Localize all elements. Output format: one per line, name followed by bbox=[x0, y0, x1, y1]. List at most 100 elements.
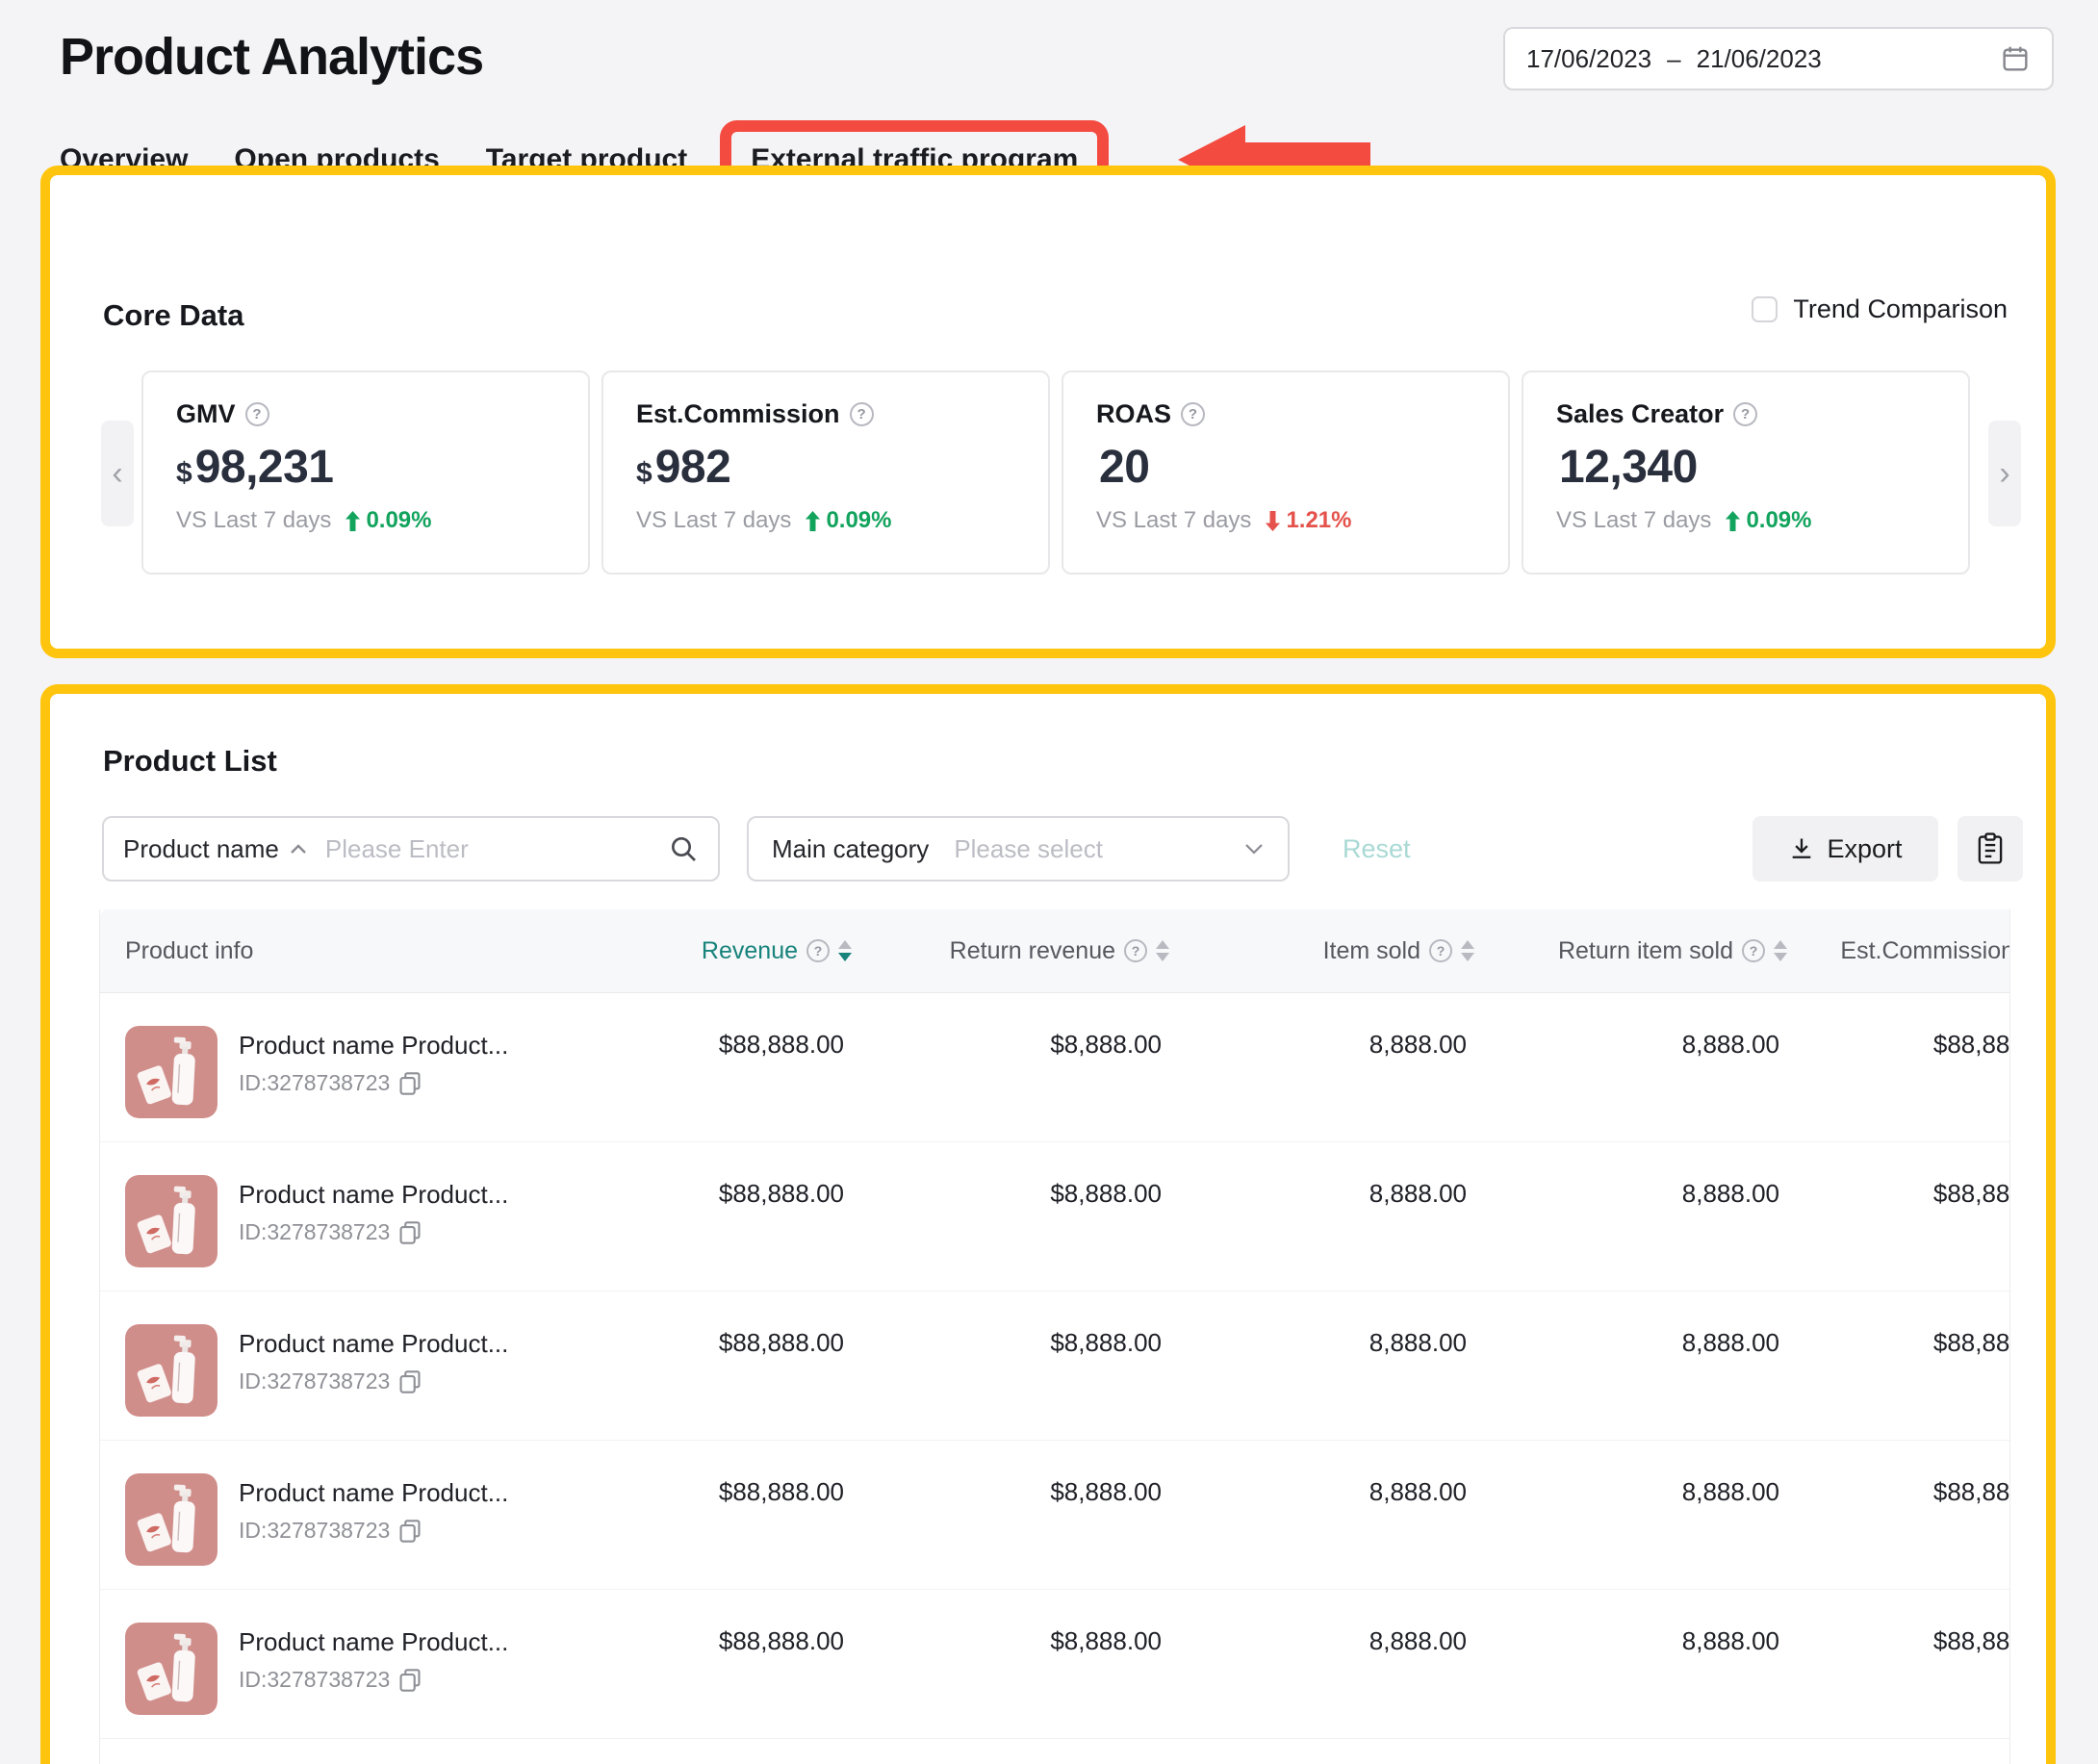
trend-comparison-checkbox[interactable] bbox=[1752, 296, 1778, 322]
table-row[interactable]: Product name Product... ID:3278738723 $8… bbox=[100, 1142, 2010, 1291]
column-header-return-revenue[interactable]: Return revenue ? bbox=[856, 937, 1173, 965]
metric-value: 98,231 bbox=[195, 441, 334, 494]
product-info-cell: Product name Product... ID:3278738723 bbox=[100, 993, 601, 1141]
help-icon[interactable]: ? bbox=[245, 402, 269, 426]
revenue-value: $88,888.00 bbox=[601, 993, 856, 1141]
download-icon bbox=[1788, 835, 1815, 862]
column-header-est-commission[interactable]: Est.Commission bbox=[1791, 937, 2010, 965]
return-item-sold-value: 8,888.00 bbox=[1478, 1441, 1791, 1589]
help-icon[interactable]: ? bbox=[850, 402, 874, 426]
metric-card: GMV ? $ 98,231 VS Last 7 days 0.09% bbox=[141, 371, 590, 575]
export-button[interactable]: Export bbox=[1753, 816, 1938, 882]
copy-list-button[interactable] bbox=[1957, 816, 2023, 882]
product-id: ID:3278738723 bbox=[239, 1518, 390, 1544]
arrow-up-icon bbox=[345, 511, 361, 531]
search-field-label[interactable]: Product name bbox=[123, 834, 279, 864]
return-item-sold-value: 8,888.00 bbox=[1478, 993, 1791, 1141]
return-revenue-value: $8,888.00 bbox=[856, 1441, 1173, 1589]
column-header-revenue[interactable]: Revenue ? bbox=[601, 937, 856, 965]
table-row[interactable]: Product name Product... ID:3278738723 $8… bbox=[100, 1590, 2010, 1739]
metric-vs-label: VS Last 7 days bbox=[1556, 507, 1711, 534]
return-revenue-value: $8,888.00 bbox=[856, 1291, 1173, 1440]
column-header-item-sold[interactable]: Item sold ? bbox=[1173, 937, 1478, 965]
metric-label: Est.Commission bbox=[636, 399, 840, 429]
product-name: Product name Product... bbox=[239, 1627, 508, 1657]
arrow-up-icon bbox=[1725, 511, 1741, 531]
metric-change: 0.09% bbox=[366, 507, 431, 534]
sort-icon[interactable] bbox=[1461, 940, 1474, 961]
product-name: Product name Product... bbox=[239, 1031, 508, 1061]
est-commission-value: $88,888.00 bbox=[1791, 1441, 2010, 1589]
table-body: Product name Product... ID:3278738723 $8… bbox=[100, 993, 2010, 1739]
copy-icon[interactable] bbox=[398, 1668, 422, 1693]
help-icon[interactable]: ? bbox=[1429, 939, 1452, 962]
est-commission-value: $88,888.00 bbox=[1791, 1291, 2010, 1440]
chevron-down-icon bbox=[1243, 842, 1265, 856]
chevron-left-icon: ‹ bbox=[112, 455, 122, 493]
sort-icon[interactable] bbox=[1774, 940, 1787, 961]
trend-comparison-toggle[interactable]: Trend Comparison bbox=[1752, 294, 2008, 324]
carousel-prev-button[interactable]: ‹ bbox=[101, 421, 134, 526]
copy-icon[interactable] bbox=[398, 1220, 422, 1245]
arrow-up-icon bbox=[805, 511, 821, 531]
reset-button[interactable]: Reset bbox=[1343, 816, 1411, 882]
date-range-picker[interactable]: 17/06/2023 – 21/06/2023 bbox=[1503, 27, 2054, 90]
calendar-icon bbox=[2000, 43, 2031, 74]
sort-icon[interactable] bbox=[1156, 940, 1169, 961]
help-icon[interactable]: ? bbox=[806, 939, 830, 962]
metric-change: 1.21% bbox=[1286, 507, 1351, 534]
return-revenue-value: $8,888.00 bbox=[856, 1142, 1173, 1291]
product-thumbnail bbox=[125, 1026, 217, 1118]
filters-row: Product name Please Enter Main category … bbox=[50, 816, 2046, 882]
return-item-sold-value: 8,888.00 bbox=[1478, 1291, 1791, 1440]
help-icon[interactable]: ? bbox=[1733, 402, 1757, 426]
product-thumbnail bbox=[125, 1324, 217, 1417]
column-header-return-item-sold[interactable]: Return item sold ? bbox=[1478, 937, 1791, 965]
help-icon[interactable]: ? bbox=[1181, 402, 1205, 426]
return-revenue-value: $8,888.00 bbox=[856, 1590, 1173, 1738]
metric-label: ROAS bbox=[1096, 399, 1171, 429]
product-info-cell: Product name Product... ID:3278738723 bbox=[100, 1142, 601, 1291]
product-list-section: Product List Product name Please Enter M… bbox=[40, 684, 2056, 1764]
item-sold-value: 8,888.00 bbox=[1173, 1441, 1478, 1589]
sort-icon[interactable] bbox=[838, 940, 852, 961]
caret-up-icon bbox=[289, 842, 308, 856]
product-search-input[interactable]: Product name Please Enter bbox=[102, 816, 720, 882]
item-sold-value: 8,888.00 bbox=[1173, 1590, 1478, 1738]
copy-icon[interactable] bbox=[398, 1519, 422, 1544]
metric-vs-label: VS Last 7 days bbox=[636, 507, 791, 534]
metric-currency-prefix: $ bbox=[176, 457, 192, 490]
metric-value: 20 bbox=[1099, 441, 1149, 494]
metric-change: 0.09% bbox=[826, 507, 891, 534]
item-sold-value: 8,888.00 bbox=[1173, 1142, 1478, 1291]
product-name: Product name Product... bbox=[239, 1180, 508, 1210]
date-end: 21/06/2023 bbox=[1697, 44, 1822, 74]
copy-icon[interactable] bbox=[398, 1369, 422, 1394]
clipboard-icon bbox=[1976, 832, 2005, 865]
product-thumbnail bbox=[125, 1175, 217, 1267]
product-list-title: Product List bbox=[103, 744, 277, 779]
help-icon[interactable]: ? bbox=[1124, 939, 1147, 962]
metric-card: ROAS ? 20 VS Last 7 days 1.21% bbox=[1062, 371, 1510, 575]
search-placeholder: Please Enter bbox=[325, 834, 469, 864]
est-commission-value: $88,888.00 bbox=[1791, 1142, 2010, 1291]
date-separator: – bbox=[1667, 44, 1680, 74]
copy-icon[interactable] bbox=[398, 1071, 422, 1096]
table-row[interactable]: Product name Product... ID:3278738723 $8… bbox=[100, 1291, 2010, 1441]
metric-currency-prefix: $ bbox=[636, 457, 652, 490]
revenue-value: $88,888.00 bbox=[601, 1441, 856, 1589]
product-info-cell: Product name Product... ID:3278738723 bbox=[100, 1590, 601, 1738]
core-data-section: Core Data Trend Comparison ‹ GMV ? $ 98,… bbox=[40, 166, 2056, 658]
search-icon[interactable] bbox=[668, 833, 699, 864]
table-row[interactable]: Product name Product... ID:3278738723 $8… bbox=[100, 1441, 2010, 1590]
help-icon[interactable]: ? bbox=[1742, 939, 1765, 962]
return-revenue-value: $8,888.00 bbox=[856, 993, 1173, 1141]
carousel-next-button[interactable]: › bbox=[1988, 421, 2021, 526]
page-title: Product Analytics bbox=[60, 27, 483, 87]
metric-value: 982 bbox=[655, 441, 731, 494]
category-select[interactable]: Main category Please select bbox=[747, 816, 1290, 882]
metric-card: Est.Commission ? $ 982 VS Last 7 days 0.… bbox=[601, 371, 1050, 575]
metric-label: GMV bbox=[176, 399, 236, 429]
table-row[interactable]: Product name Product... ID:3278738723 $8… bbox=[100, 993, 2010, 1142]
metric-vs-label: VS Last 7 days bbox=[1096, 507, 1251, 534]
